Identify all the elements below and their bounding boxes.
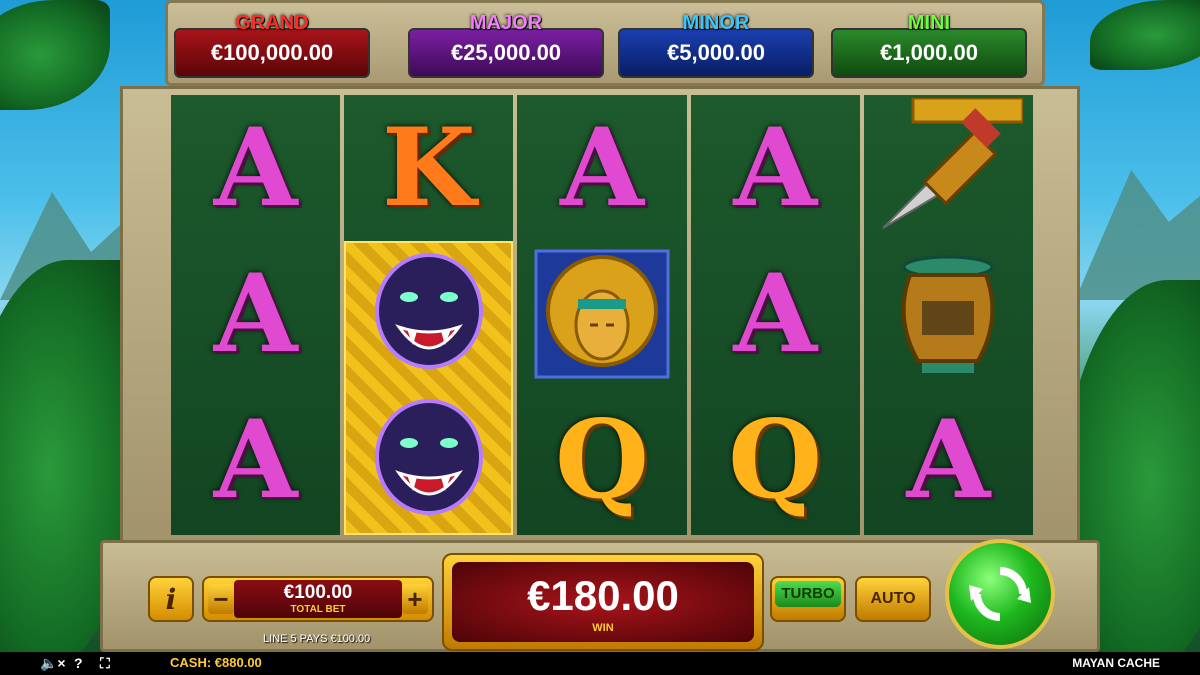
symbol-letter-k: K [344,95,513,241]
symbol-letter-text: A [213,105,298,231]
spin-button[interactable] [945,539,1055,649]
fullscreen-icon[interactable]: ⛶ [100,655,110,672]
urn-icon [902,255,995,373]
turbo-button[interactable]: TURBO [770,576,846,622]
win-label: WIN [592,622,614,634]
jackpot-grand-value: €100,000.00 [210,40,334,65]
win-display: €180.00 WIN [442,553,764,651]
turbo-label: TURBO [775,581,841,607]
jackpot-minor: MINOR €5,000.00 [618,12,814,78]
symbol-letter-a: A [171,241,340,387]
cash-label: CASH: [170,655,212,670]
autoplay-button[interactable]: AUTO [855,576,931,622]
symbol-letter-text: A [733,105,818,231]
decrease-bet-button[interactable]: − [208,584,234,614]
symbol-letter-text: A [213,397,298,523]
mayan-mask-icon [534,249,670,379]
win-value: €180.00 [527,572,679,619]
cash-display: CASH: €880.00 [170,655,262,670]
jackpot-major-label: MAJOR [469,12,543,34]
win-display-inner: €180.00 WIN [452,562,754,642]
panther-icon [374,399,483,515]
reel-1: AAA [171,95,341,535]
jackpot-grand: GRAND €100,000.00 [174,12,370,78]
reel-4: AAQ [690,95,860,535]
symbol-letter-a: A [691,241,860,387]
reel-frame: AAAKAQAAQA [120,86,1080,546]
reel-3: AQ [517,95,687,535]
game-title: MAYAN CACHE [1072,656,1160,670]
jackpot-grand-label: GRAND [235,12,309,34]
total-bet-label: TOTAL BET [290,604,346,615]
help-icon[interactable]: ? [74,655,83,671]
reel-2: K [344,95,514,535]
symbol-letter-text: Q [554,397,650,523]
symbol-panther-icon [344,387,513,533]
reel-grid: AAAKAQAAQA [171,95,1034,535]
jackpot-minor-value: €5,000.00 [667,40,765,65]
symbol-letter-a: A [517,95,686,241]
game-scene: GRAND €100,000.00 MAJOR €25,000.00 MINOR… [0,0,1200,675]
jungle-foliage [1090,0,1200,70]
symbol-letter-text: A [560,105,644,231]
dagger-icon [882,98,1024,229]
symbol-urn-icon [864,241,1033,387]
control-console: i − €100.00 TOTAL BET + LINE 5 PAYS €100… [100,539,1100,652]
symbol-letter-a: A [171,387,340,533]
jackpot-mini-label: MINI [907,12,951,34]
symbol-letter-text: A [906,397,991,523]
status-bar: 🔈× ? ⛶ CASH: €880.00 MAYAN CACHE [0,652,1200,675]
bet-selector: − €100.00 TOTAL BET + [202,576,434,622]
reel-5: A [863,95,1034,535]
jackpot-mini-value: €1,000.00 [880,40,978,65]
symbol-letter-a: A [864,387,1033,533]
symbol-letter-text: K [381,105,476,231]
info-button[interactable]: i [148,576,194,622]
total-bet-display: €100.00 TOTAL BET [234,580,402,618]
info-icon: i [165,582,177,616]
symbol-panther-icon [344,241,513,387]
total-bet-value: €100.00 [283,582,353,603]
panther-icon [374,253,483,369]
symbol-letter-text: A [733,251,818,377]
jungle-foliage [0,0,110,110]
symbol-letter-text: Q [728,397,823,523]
spin-arrows-icon [969,567,1031,621]
cash-value: €880.00 [214,655,262,670]
symbol-dagger-icon [864,95,1033,241]
symbol-mayan-mask-icon [517,241,686,387]
symbol-letter-a: A [691,95,860,241]
mute-icon[interactable]: 🔈× [40,655,66,672]
jackpot-panel: GRAND €100,000.00 MAJOR €25,000.00 MINOR… [165,0,1045,86]
jackpot-minor-label: MINOR [682,12,750,34]
jackpot-mini: MINI €1,000.00 [831,12,1027,78]
symbol-letter-text: A [213,251,298,377]
jackpot-major-value: €25,000.00 [450,40,562,65]
jackpot-major: MAJOR €25,000.00 [408,12,604,78]
increase-bet-button[interactable]: + [402,584,428,614]
symbol-letter-q: Q [517,387,686,533]
symbol-letter-q: Q [691,387,860,533]
symbol-letter-a: A [171,95,340,241]
